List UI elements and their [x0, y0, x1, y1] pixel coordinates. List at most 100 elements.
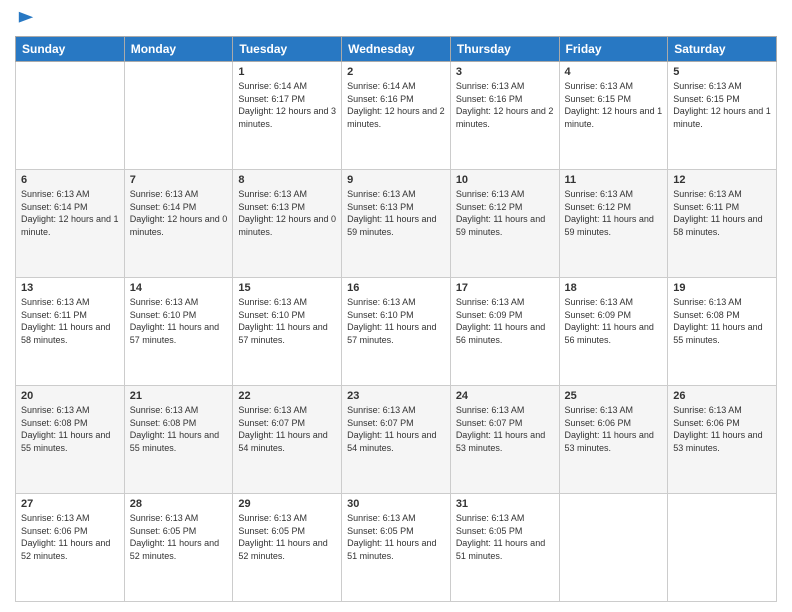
day-number: 19	[673, 282, 771, 294]
day-info: Sunrise: 6:13 AM Sunset: 6:08 PM Dayligh…	[21, 404, 119, 454]
day-info: Sunrise: 6:13 AM Sunset: 6:12 PM Dayligh…	[456, 188, 554, 238]
day-info: Sunrise: 6:13 AM Sunset: 6:15 PM Dayligh…	[673, 80, 771, 130]
week-row-0: 1 Sunrise: 6:14 AM Sunset: 6:17 PM Daylig…	[16, 62, 777, 170]
calendar-cell	[559, 494, 668, 602]
day-number: 16	[347, 282, 445, 294]
day-info: Sunrise: 6:13 AM Sunset: 6:10 PM Dayligh…	[238, 296, 336, 346]
day-header-wednesday: Wednesday	[342, 37, 451, 62]
calendar-cell: 27 Sunrise: 6:13 AM Sunset: 6:06 PM Dayli…	[16, 494, 125, 602]
calendar-cell: 17 Sunrise: 6:13 AM Sunset: 6:09 PM Dayli…	[450, 278, 559, 386]
calendar-cell: 29 Sunrise: 6:13 AM Sunset: 6:05 PM Dayli…	[233, 494, 342, 602]
calendar-cell: 13Sunrise: 6:13 AM Sunset: 6:11 PM Dayli…	[16, 278, 125, 386]
day-header-friday: Friday	[559, 37, 668, 62]
calendar-cell: 12 Sunrise: 6:13 AM Sunset: 6:11 PM Dayli…	[668, 170, 777, 278]
day-info: Sunrise: 6:13 AM Sunset: 6:07 PM Dayligh…	[347, 404, 445, 454]
day-info: Sunrise: 6:13 AM Sunset: 6:10 PM Dayligh…	[130, 296, 228, 346]
calendar-cell: 30 Sunrise: 6:13 AM Sunset: 6:05 PM Dayli…	[342, 494, 451, 602]
day-number: 8	[238, 174, 336, 186]
day-info: Sunrise: 6:13 AM Sunset: 6:08 PM Dayligh…	[673, 296, 771, 346]
day-number: 31	[456, 498, 554, 510]
day-number: 1	[238, 66, 336, 78]
day-number: 3	[456, 66, 554, 78]
day-number: 6	[21, 174, 119, 186]
calendar-cell: 22 Sunrise: 6:13 AM Sunset: 6:07 PM Dayli…	[233, 386, 342, 494]
calendar: SundayMondayTuesdayWednesdayThursdayFrid…	[15, 36, 777, 602]
page: SundayMondayTuesdayWednesdayThursdayFrid…	[0, 0, 792, 612]
day-number: 26	[673, 390, 771, 402]
day-header-monday: Monday	[124, 37, 233, 62]
day-number: 11	[565, 174, 663, 186]
calendar-cell: 10 Sunrise: 6:13 AM Sunset: 6:12 PM Dayli…	[450, 170, 559, 278]
calendar-cell: 28 Sunrise: 6:13 AM Sunset: 6:05 PM Dayli…	[124, 494, 233, 602]
day-info: Sunrise: 6:13 AM Sunset: 6:08 PM Dayligh…	[130, 404, 228, 454]
calendar-cell: 14 Sunrise: 6:13 AM Sunset: 6:10 PM Dayli…	[124, 278, 233, 386]
day-number: 17	[456, 282, 554, 294]
calendar-cell	[668, 494, 777, 602]
logo	[15, 10, 35, 28]
day-number: 27	[21, 498, 119, 510]
calendar-cell	[124, 62, 233, 170]
day-number: 10	[456, 174, 554, 186]
calendar-cell: 15 Sunrise: 6:13 AM Sunset: 6:10 PM Dayli…	[233, 278, 342, 386]
week-row-3: 20 Sunrise: 6:13 AM Sunset: 6:08 PM Dayli…	[16, 386, 777, 494]
day-info: Sunrise: 6:13 AM Sunset: 6:09 PM Dayligh…	[456, 296, 554, 346]
day-number: 14	[130, 282, 228, 294]
day-info: Sunrise: 6:13 AM Sunset: 6:05 PM Dayligh…	[347, 512, 445, 562]
day-number: 18	[565, 282, 663, 294]
calendar-cell: 8 Sunrise: 6:13 AM Sunset: 6:13 PM Daylig…	[233, 170, 342, 278]
day-info: Sunrise: 6:13 AM Sunset: 6:11 PM Dayligh…	[673, 188, 771, 238]
logo-flag-icon	[17, 10, 35, 28]
week-row-2: 13Sunrise: 6:13 AM Sunset: 6:11 PM Dayli…	[16, 278, 777, 386]
calendar-cell: 26Sunrise: 6:13 AM Sunset: 6:06 PM Dayli…	[668, 386, 777, 494]
calendar-cell: 7 Sunrise: 6:13 AM Sunset: 6:14 PM Daylig…	[124, 170, 233, 278]
day-number: 22	[238, 390, 336, 402]
calendar-cell: 18 Sunrise: 6:13 AM Sunset: 6:09 PM Dayli…	[559, 278, 668, 386]
calendar-cell: 25 Sunrise: 6:13 AM Sunset: 6:06 PM Dayli…	[559, 386, 668, 494]
calendar-header-row: SundayMondayTuesdayWednesdayThursdayFrid…	[16, 37, 777, 62]
day-number: 5	[673, 66, 771, 78]
day-info: Sunrise: 6:13 AM Sunset: 6:11 PM Dayligh…	[21, 296, 119, 346]
day-number: 29	[238, 498, 336, 510]
day-number: 25	[565, 390, 663, 402]
calendar-cell: 20 Sunrise: 6:13 AM Sunset: 6:08 PM Dayli…	[16, 386, 125, 494]
calendar-cell: 21 Sunrise: 6:13 AM Sunset: 6:08 PM Dayli…	[124, 386, 233, 494]
day-info: Sunrise: 6:13 AM Sunset: 6:05 PM Dayligh…	[238, 512, 336, 562]
day-info: Sunrise: 6:14 AM Sunset: 6:16 PM Dayligh…	[347, 80, 445, 130]
day-info: Sunrise: 6:13 AM Sunset: 6:09 PM Dayligh…	[565, 296, 663, 346]
day-number: 15	[238, 282, 336, 294]
day-info: Sunrise: 6:13 AM Sunset: 6:05 PM Dayligh…	[130, 512, 228, 562]
day-info: Sunrise: 6:13 AM Sunset: 6:07 PM Dayligh…	[238, 404, 336, 454]
day-info: Sunrise: 6:13 AM Sunset: 6:14 PM Dayligh…	[130, 188, 228, 238]
day-info: Sunrise: 6:13 AM Sunset: 6:10 PM Dayligh…	[347, 296, 445, 346]
day-info: Sunrise: 6:13 AM Sunset: 6:06 PM Dayligh…	[565, 404, 663, 454]
day-info: Sunrise: 6:13 AM Sunset: 6:06 PM Dayligh…	[21, 512, 119, 562]
header	[15, 10, 777, 28]
day-header-sunday: Sunday	[16, 37, 125, 62]
day-number: 30	[347, 498, 445, 510]
week-row-4: 27 Sunrise: 6:13 AM Sunset: 6:06 PM Dayli…	[16, 494, 777, 602]
day-header-tuesday: Tuesday	[233, 37, 342, 62]
day-number: 9	[347, 174, 445, 186]
day-number: 20	[21, 390, 119, 402]
day-info: Sunrise: 6:14 AM Sunset: 6:17 PM Dayligh…	[238, 80, 336, 130]
day-info: Sunrise: 6:13 AM Sunset: 6:12 PM Dayligh…	[565, 188, 663, 238]
day-number: 21	[130, 390, 228, 402]
calendar-cell: 4Sunrise: 6:13 AM Sunset: 6:15 PM Daylig…	[559, 62, 668, 170]
day-info: Sunrise: 6:13 AM Sunset: 6:15 PM Dayligh…	[565, 80, 663, 130]
calendar-cell: 16 Sunrise: 6:13 AM Sunset: 6:10 PM Dayli…	[342, 278, 451, 386]
day-header-saturday: Saturday	[668, 37, 777, 62]
calendar-cell: 2 Sunrise: 6:14 AM Sunset: 6:16 PM Daylig…	[342, 62, 451, 170]
week-row-1: 6 Sunrise: 6:13 AM Sunset: 6:14 PM Daylig…	[16, 170, 777, 278]
day-number: 28	[130, 498, 228, 510]
day-header-thursday: Thursday	[450, 37, 559, 62]
day-number: 7	[130, 174, 228, 186]
logo-text	[15, 10, 35, 28]
calendar-cell: 24 Sunrise: 6:13 AM Sunset: 6:07 PM Dayli…	[450, 386, 559, 494]
day-number: 12	[673, 174, 771, 186]
day-number: 2	[347, 66, 445, 78]
day-info: Sunrise: 6:13 AM Sunset: 6:07 PM Dayligh…	[456, 404, 554, 454]
day-number: 24	[456, 390, 554, 402]
calendar-cell: 5 Sunrise: 6:13 AM Sunset: 6:15 PM Daylig…	[668, 62, 777, 170]
day-info: Sunrise: 6:13 AM Sunset: 6:13 PM Dayligh…	[238, 188, 336, 238]
calendar-cell: 19 Sunrise: 6:13 AM Sunset: 6:08 PM Dayli…	[668, 278, 777, 386]
